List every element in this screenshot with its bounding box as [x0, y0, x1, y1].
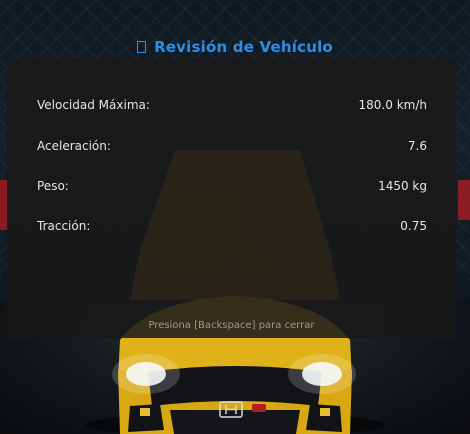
stat-label: Peso:: [37, 179, 69, 193]
panel-title-text: Revisión de Vehículo: [154, 38, 333, 56]
close-hint: Presiona [Backspace] para cerrar: [148, 320, 315, 331]
game-scene: Revisión de Vehículo Velocidad Máxima: 1…: [0, 0, 470, 434]
fog-light-right: [320, 408, 330, 416]
vehicle-review-panel: Velocidad Máxima: 180.0 km/h Aceleración…: [7, 58, 456, 338]
box-icon: [137, 41, 147, 53]
stat-row-traction: Tracción: 0.75: [37, 219, 427, 239]
stat-value: 7.6: [407, 139, 427, 153]
stat-label: Tracción:: [37, 219, 91, 233]
stat-value: 180.0 km/h: [358, 98, 427, 112]
stat-row-acceleration: Aceleración: 7.6: [37, 139, 427, 159]
stat-label: Velocidad Máxima:: [37, 98, 150, 112]
stat-value: 0.75: [400, 219, 427, 233]
panel-title: Revisión de Vehículo: [0, 38, 470, 56]
stat-value: 1450 kg: [378, 179, 427, 193]
fog-light-left: [140, 408, 150, 416]
car-red-badge: [252, 404, 266, 412]
stat-label: Aceleración:: [37, 139, 111, 153]
stat-row-weight: Peso: 1450 kg: [37, 179, 427, 199]
headlight-left-glow: [112, 354, 180, 394]
stat-row-top-speed: Velocidad Máxima: 180.0 km/h: [37, 98, 427, 118]
car-lower-intake: [170, 410, 300, 434]
headlight-right-glow: [288, 354, 356, 394]
